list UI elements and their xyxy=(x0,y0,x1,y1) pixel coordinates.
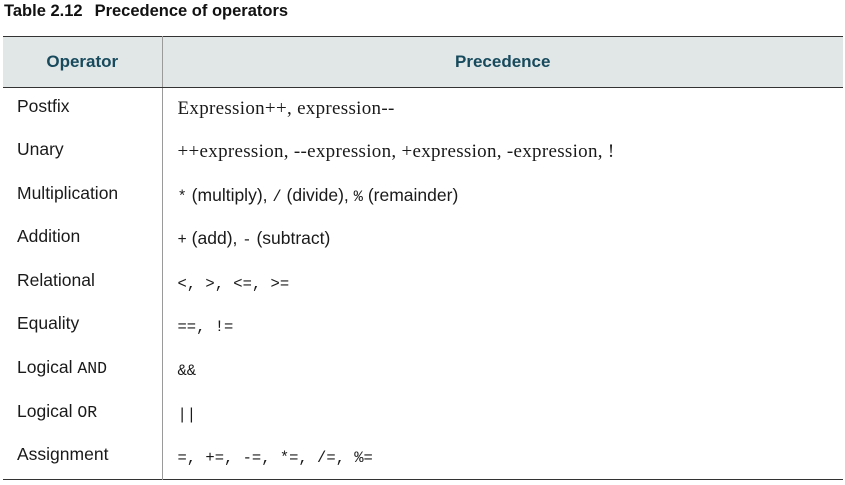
operator-name: Logical OR xyxy=(3,393,162,437)
operator-name-keyword: AND xyxy=(77,359,108,379)
precedence-value: =, +=, -=, *=, /=, %= xyxy=(177,449,373,468)
precedence-cell: <, >, <=, >= xyxy=(161,261,843,306)
precedence-value: && xyxy=(177,362,197,381)
table-row-addition: Addition + (add), - (subtract) xyxy=(3,218,843,262)
operator-symbol: - xyxy=(242,231,252,250)
operator-name-prefix: Logical xyxy=(17,400,78,421)
header-row: Operator Precedence xyxy=(3,36,843,88)
operator-description: (add), xyxy=(186,228,243,249)
table-row-postfix: Postfix Expression++, expression-- xyxy=(3,87,843,132)
header-operator: Operator xyxy=(3,36,163,88)
precedence-cell: && xyxy=(161,349,843,393)
operator-name: Logical AND xyxy=(3,349,162,393)
operator-description: (divide), xyxy=(281,184,354,205)
operator-symbol: + xyxy=(177,231,187,250)
operator-name: Addition xyxy=(17,226,81,247)
operator-description: (subtract) xyxy=(251,228,331,249)
precedence-cell: + (add), - (subtract) xyxy=(161,218,843,262)
precedence-cell: =, +=, -=, *=, /=, %= xyxy=(161,436,843,480)
operator-symbol: / xyxy=(272,187,282,206)
precedence-value: <, >, <=, >= xyxy=(177,274,290,293)
precedence-cell: ==, != xyxy=(161,305,843,350)
operator-name: Unary xyxy=(17,139,64,160)
operator-name: Multiplication xyxy=(17,182,119,203)
precedence-cell: || xyxy=(161,392,843,437)
operator-name: Relational xyxy=(17,269,95,290)
operator-name-keyword: OR xyxy=(77,402,98,422)
table-row-unary: Unary ++expression, --expression, +expre… xyxy=(3,131,843,175)
precedence-value: ==, != xyxy=(177,318,234,337)
precedence-cell: * (multiply), / (divide), % (remainder) xyxy=(161,174,843,219)
table-title: Precedence of operators xyxy=(94,2,289,20)
table-caption: Table 2.12 Precedence of operators xyxy=(4,0,288,24)
precedence-cell: Expression++, expression-- xyxy=(161,87,843,132)
operator-description: (remainder) xyxy=(362,184,459,205)
table-row-multiplication: Multiplication * (multiply), / (divide),… xyxy=(3,174,843,219)
operator-name: Postfix xyxy=(17,96,70,116)
operator-description: (multiply), xyxy=(186,184,273,205)
table-row-logical-or: Logical OR || xyxy=(3,392,843,437)
operator-name-prefix: Logical xyxy=(17,357,78,378)
precedence-value: ++expression, --expression, +expression,… xyxy=(177,141,615,163)
precedence-value: || xyxy=(177,405,197,424)
operator-symbol: * xyxy=(177,187,187,206)
operator-symbol: % xyxy=(353,187,363,206)
precedence-value: Expression++, expression-- xyxy=(177,98,395,119)
operator-precedence-table: Operator Precedence Postfix Expression++… xyxy=(3,36,843,480)
table-number: Table 2.12 xyxy=(4,2,83,20)
operator-name: Assignment xyxy=(17,444,109,465)
table-row-logical-and: Logical AND && xyxy=(3,349,843,393)
precedence-cell: ++expression, --expression, +expression,… xyxy=(161,131,843,175)
operator-name: Equality xyxy=(17,313,80,334)
header-precedence: Precedence xyxy=(162,36,843,88)
table-row-relational: Relational <, >, <=, >= xyxy=(3,261,843,306)
table-row-assignment: Assignment =, +=, -=, *=, /=, %= xyxy=(3,436,843,480)
table-row-equality: Equality ==, != xyxy=(3,305,843,350)
